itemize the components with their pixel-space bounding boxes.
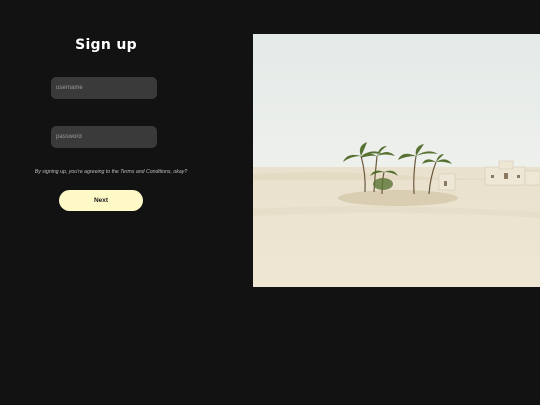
signup-form: Sign up By signing up, you're agreeing t… (0, 0, 253, 405)
desert-oasis-image (253, 34, 540, 287)
username-input[interactable] (51, 77, 157, 99)
page-title: Sign up (75, 37, 137, 53)
next-button[interactable]: Next (59, 190, 143, 211)
password-input[interactable] (51, 126, 157, 148)
terms-text: By signing up, you're agreeing to the Te… (34, 169, 188, 175)
